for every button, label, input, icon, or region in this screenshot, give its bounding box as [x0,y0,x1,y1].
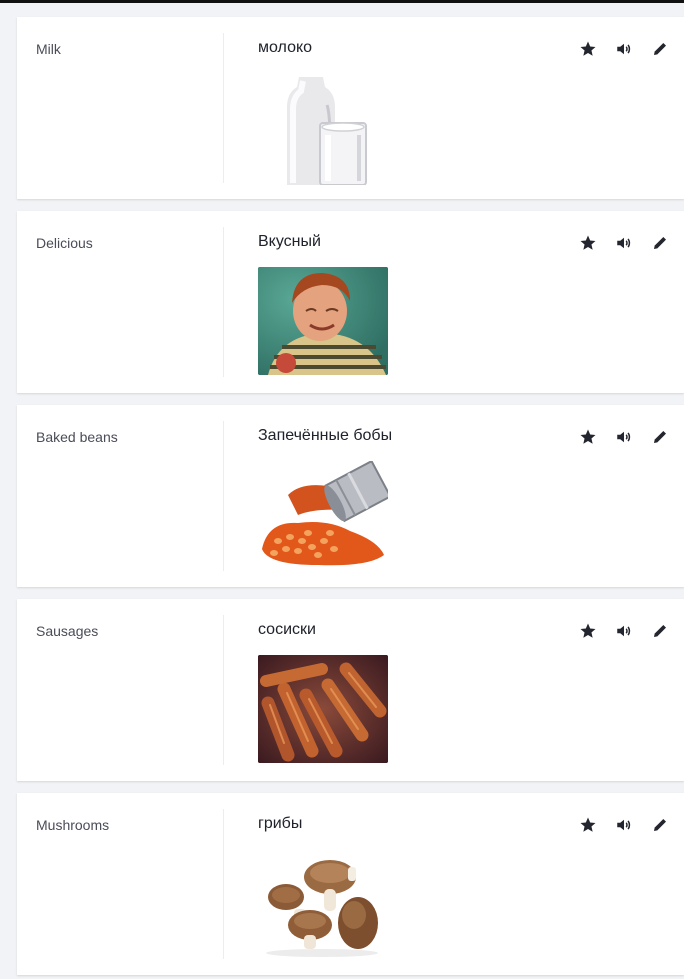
edit-button[interactable] [650,427,670,447]
star-icon [580,429,596,444]
edit-button[interactable] [650,815,670,835]
favorite-button[interactable] [578,233,598,253]
favorite-button[interactable] [578,621,598,641]
speaker-icon [617,43,631,55]
audio-button[interactable] [614,621,634,641]
favorite-button[interactable] [578,39,598,59]
card-actions [578,621,670,641]
edit-button[interactable] [650,621,670,641]
pencil-icon [654,431,666,443]
star-icon [580,623,596,638]
card-actions [578,427,670,447]
divider [223,809,224,959]
speaker-icon [617,625,631,637]
term-text: Sausages [36,623,99,639]
speaker-icon [617,819,631,831]
audio-button[interactable] [614,815,634,835]
pencil-icon [654,819,666,831]
pencil-icon [654,237,666,249]
vocab-card: Sausages сосиски [17,599,684,781]
audio-button[interactable] [614,233,634,253]
speaker-icon [617,237,631,249]
audio-button[interactable] [614,427,634,447]
divider [223,227,224,377]
term-text: Mushrooms [36,817,110,833]
top-border [0,0,684,3]
pencil-icon [654,625,666,637]
card-actions [578,39,670,59]
star-icon [580,817,596,832]
edit-button[interactable] [650,233,670,253]
favorite-button[interactable] [578,815,598,835]
vocab-card: Baked beans Запечённые бобы [17,405,684,587]
translation-text: Вкусный [258,233,321,250]
sausages-on-tray-image [258,655,388,763]
translation-text: сосиски [258,621,316,638]
speaker-icon [617,431,631,443]
translation-text: Запечённые бобы [258,427,393,444]
term-text: Baked beans [36,429,118,445]
smiling-boy-eating-image [258,267,388,375]
divider [223,421,224,571]
term-text: Delicious [36,235,93,251]
pencil-icon [654,43,666,55]
translation-text: молоко [258,39,313,56]
spilled-baked-beans-can-image [258,461,388,569]
vocab-card: Mushrooms грибы [17,793,684,975]
star-icon [580,41,596,56]
audio-button[interactable] [614,39,634,59]
card-actions [578,815,670,835]
favorite-button[interactable] [578,427,598,447]
star-icon [580,235,596,250]
divider [223,615,224,765]
term-text: Milk [36,41,61,57]
vocab-card: Milk молоко [17,17,684,199]
edit-button[interactable] [650,39,670,59]
divider [223,33,224,183]
milk-bottle-and-glass-image [275,75,395,185]
translation-text: грибы [258,815,303,832]
mushrooms-image [258,849,388,957]
vocabulary-list: Milk молоко Delicious Вкусный Baked bean… [17,17,684,975]
vocab-card: Delicious Вкусный [17,211,684,393]
card-actions [578,233,670,253]
